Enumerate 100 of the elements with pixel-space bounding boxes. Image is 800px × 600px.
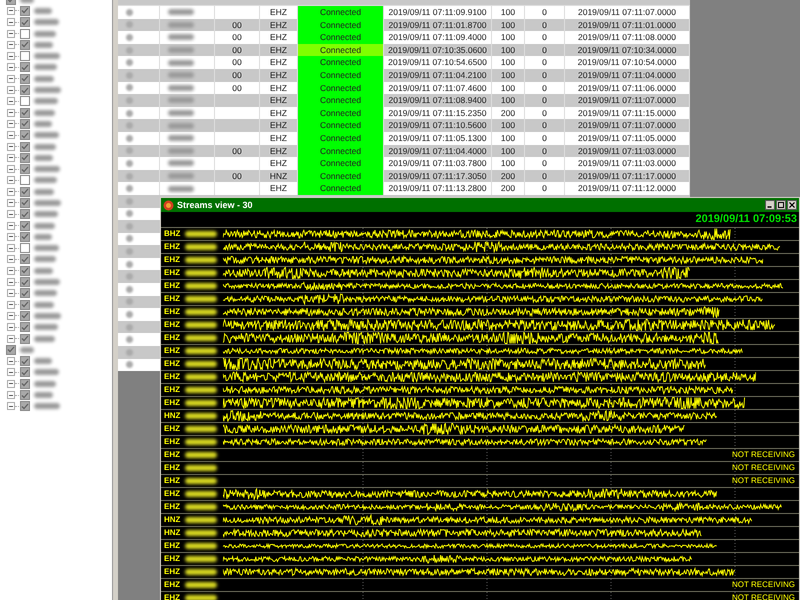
expander-icon[interactable] [7,63,15,72]
status-cell: Connected [298,132,384,145]
expander-icon[interactable] [7,300,15,309]
stream-status: NOT RECEIVING [732,594,795,600]
checkbox[interactable] [20,96,30,106]
checkbox[interactable] [20,142,30,152]
status-cell: Connected [298,56,384,69]
expander-icon[interactable] [7,222,15,230]
expander-icon[interactable] [7,97,15,106]
checkbox[interactable] [20,6,30,16]
blurred-label [168,173,194,180]
checkbox[interactable] [20,254,30,264]
checkbox[interactable] [20,367,30,378]
checkbox[interactable] [20,232,30,242]
checkbox[interactable] [20,108,30,118]
minimize-button[interactable] [765,200,775,210]
checkbox[interactable] [20,51,30,62]
checkbox[interactable] [20,164,30,174]
expander-icon[interactable] [7,120,15,128]
expander-icon[interactable] [7,6,15,15]
blurred-label [34,30,56,37]
expander-icon[interactable] [7,402,15,410]
checkbox[interactable] [20,243,30,254]
expander-icon[interactable] [7,30,15,38]
expander-icon[interactable] [7,323,15,332]
checkbox[interactable] [6,344,16,355]
expander-icon[interactable] [7,244,15,252]
expander-icon[interactable] [7,165,15,174]
expander-icon[interactable] [7,357,15,366]
expander-icon[interactable] [7,278,15,286]
expander-icon[interactable] [7,289,15,298]
checkbox[interactable] [20,130,30,140]
checkbox[interactable] [20,390,30,400]
checkbox[interactable] [20,28,30,39]
blurred-label [185,348,217,354]
checkbox[interactable] [20,378,30,389]
expander-icon[interactable] [7,154,15,162]
channel-code: EHZ [163,347,181,355]
blurred-label [168,97,194,104]
expander-icon[interactable] [7,142,15,150]
maximize-button[interactable] [776,200,786,210]
blurred-label [34,166,60,172]
blurred-label [34,358,52,364]
expander-icon[interactable] [7,334,15,343]
channel-code: EHZ [163,503,181,511]
expander-icon[interactable] [7,86,15,94]
close-button[interactable] [787,200,797,210]
expander-icon[interactable] [7,52,15,60]
expander-icon[interactable] [7,266,15,275]
checkbox[interactable] [20,209,30,220]
checkbox[interactable] [20,356,30,366]
checkbox[interactable] [20,74,30,84]
expander-icon[interactable] [7,232,15,241]
blurred-label [168,122,194,129]
blurred-label [185,244,217,250]
checkbox[interactable] [20,85,30,96]
expander-icon[interactable] [7,131,15,140]
channel-code: EHZ [163,555,181,563]
checkbox[interactable] [20,17,30,28]
checkbox[interactable] [20,220,30,231]
checkbox[interactable] [20,118,30,129]
checkbox[interactable] [20,401,30,412]
blurred-label [34,19,59,26]
blurred-label [168,110,194,116]
checkbox[interactable] [20,300,30,310]
expander-icon[interactable] [7,188,15,196]
expander-icon[interactable] [7,210,15,218]
expander-icon[interactable] [7,255,15,264]
blurred-label [185,270,217,276]
expander-icon[interactable] [7,176,15,184]
checkbox[interactable] [20,277,30,288]
expander-icon[interactable] [7,380,15,388]
checkbox[interactable] [20,310,30,321]
checkbox[interactable] [20,322,30,332]
expander-icon[interactable] [7,108,15,117]
checkbox[interactable] [20,175,30,186]
blurred-label [34,336,55,342]
blurred-label [34,98,58,104]
checkbox[interactable] [20,40,30,50]
checkbox[interactable] [20,152,30,163]
checkbox[interactable] [20,186,30,197]
expander-icon[interactable] [7,198,15,207]
checkbox[interactable] [20,334,30,344]
blurred-label [34,302,54,308]
status-cell: Connected [298,31,384,44]
blurred-label [185,582,217,588]
checkbox[interactable] [20,266,30,276]
checkbox[interactable] [20,288,30,298]
expander-icon[interactable] [7,40,15,49]
expander-icon[interactable] [7,391,15,400]
checkbox[interactable] [20,62,30,72]
expander-icon[interactable] [7,74,15,83]
expander-icon[interactable] [7,312,15,320]
blurred-label [185,478,217,484]
expander-icon[interactable] [7,368,15,376]
expander-icon[interactable] [7,18,15,26]
app-icon [163,200,174,210]
checkbox[interactable] [20,198,30,208]
status-cell: Connected [298,182,384,195]
blurred-label [168,9,194,16]
